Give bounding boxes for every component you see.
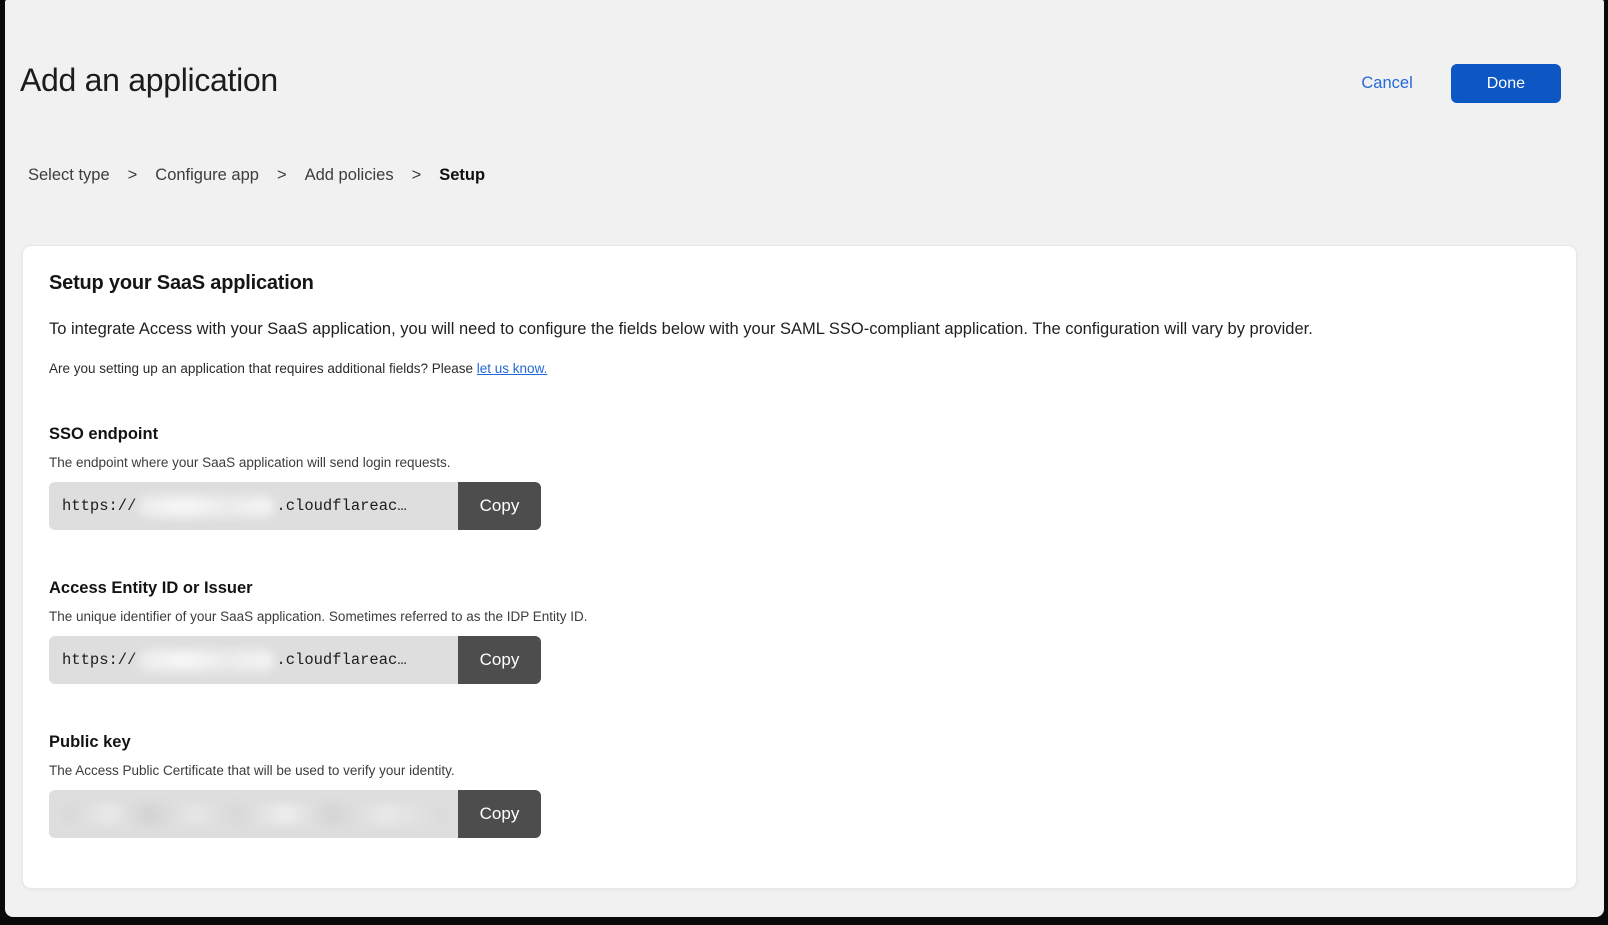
cancel-button[interactable]: Cancel: [1361, 74, 1412, 93]
access-entity-id-value-row: https:// .cloudflareac… Copy: [49, 636, 541, 684]
page-header: Add an application Cancel Done: [5, 0, 1604, 103]
public-key-value: [49, 790, 458, 838]
access-entity-id-value-suffix: .cloudflareac…: [276, 651, 406, 669]
sso-endpoint-description: The endpoint where your SaaS application…: [49, 455, 1548, 470]
breadcrumb-separator: >: [412, 165, 422, 185]
card-note: Are you setting up an application that r…: [49, 361, 1548, 376]
access-entity-id-label: Access Entity ID or Issuer: [49, 579, 1548, 598]
sso-endpoint-value-row: https:// .cloudflareac… Copy: [49, 482, 541, 530]
public-key-description: The Access Public Certificate that will …: [49, 763, 1548, 778]
redacted-text-blur: [64, 804, 446, 825]
sso-endpoint-label: SSO endpoint: [49, 425, 1548, 444]
card-heading: Setup your SaaS application: [49, 272, 1548, 295]
access-entity-id-value: https:// .cloudflareac…: [49, 636, 458, 684]
redacted-text-blur: [138, 650, 274, 671]
field-sso-endpoint: SSO endpoint The endpoint where your Saa…: [49, 425, 1548, 530]
card-intro-text: To integrate Access with your SaaS appli…: [49, 318, 1548, 340]
breadcrumb: Select type > Configure app > Add polici…: [5, 165, 1604, 185]
breadcrumb-step-configure-app[interactable]: Configure app: [155, 165, 259, 185]
field-access-entity-id: Access Entity ID or Issuer The unique id…: [49, 579, 1548, 684]
breadcrumb-step-select-type[interactable]: Select type: [28, 165, 110, 185]
sso-endpoint-value: https:// .cloudflareac…: [49, 482, 458, 530]
page-title: Add an application: [20, 58, 278, 102]
setup-card: Setup your SaaS application To integrate…: [22, 245, 1577, 889]
breadcrumb-separator: >: [277, 165, 287, 185]
let-us-know-link[interactable]: let us know.: [477, 361, 548, 376]
public-key-copy-button[interactable]: Copy: [458, 790, 541, 838]
sso-endpoint-value-suffix: .cloudflareac…: [276, 497, 406, 515]
redacted-text-blur: [138, 496, 274, 517]
breadcrumb-step-add-policies[interactable]: Add policies: [305, 165, 394, 185]
public-key-label: Public key: [49, 733, 1548, 752]
field-public-key: Public key The Access Public Certificate…: [49, 733, 1548, 838]
public-key-value-row: Copy: [49, 790, 541, 838]
app-window: Add an application Cancel Done Select ty…: [5, 0, 1604, 917]
sso-endpoint-value-prefix: https://: [62, 497, 136, 515]
card-note-text: Are you setting up an application that r…: [49, 361, 477, 376]
access-entity-id-copy-button[interactable]: Copy: [458, 636, 541, 684]
access-entity-id-description: The unique identifier of your SaaS appli…: [49, 609, 1548, 624]
breadcrumb-step-setup: Setup: [439, 165, 485, 185]
sso-endpoint-copy-button[interactable]: Copy: [458, 482, 541, 530]
header-actions: Cancel Done: [1361, 64, 1561, 103]
access-entity-id-value-prefix: https://: [62, 651, 136, 669]
breadcrumb-separator: >: [128, 165, 138, 185]
done-button[interactable]: Done: [1451, 64, 1561, 103]
